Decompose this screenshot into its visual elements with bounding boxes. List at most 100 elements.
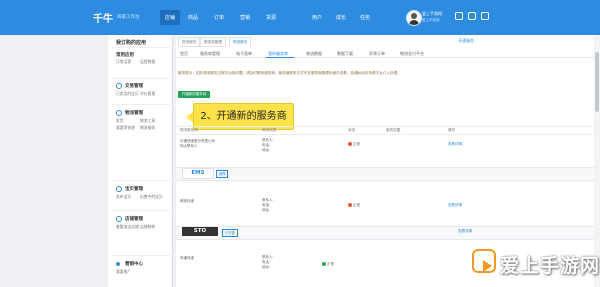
sidebar-group-head[interactable]: 常用应用 [116, 52, 134, 58]
breadcrumb-tab-active[interactable]: 物流服务 [229, 37, 252, 47]
nav-item-4[interactable]: 货源 [266, 14, 276, 21]
status-dot-icon [348, 203, 352, 207]
provider-brand-band [176, 226, 594, 240]
nav-item-7[interactable]: 任务 [360, 14, 370, 21]
goods-icon [116, 186, 122, 192]
sidebar-item[interactable]: 发布宝贝 [116, 194, 131, 200]
provider-name: 申通快递 [180, 256, 194, 260]
tab-logistics-data[interactable]: 物流数据 [306, 51, 322, 57]
view-detail-link[interactable]: 查看详情 [448, 142, 462, 147]
sidebar-item[interactable]: 店铺装修 [140, 224, 155, 230]
logistics-icon [116, 110, 122, 116]
provider-name: 邮政快递 [180, 199, 194, 203]
view-detail-link[interactable]: 查看详情 [448, 203, 462, 208]
status-badge: 正常 [322, 262, 334, 267]
app-logo[interactable]: 千牛 [93, 10, 113, 25]
tab-provider-manage[interactable]: 服务商管理 [200, 51, 220, 57]
scrollbar-thumb[interactable] [595, 52, 599, 112]
status-text: 正常 [353, 203, 360, 207]
sto-logo: STO [182, 227, 218, 236]
sidebar-item[interactable]: 评价管理 [140, 91, 155, 97]
notice-text: 服务提示：如在物流服务过程中出现问题，请及时联系服务商，服务商联系方式可在服务商… [178, 71, 401, 75]
user-name[interactable]: 爱上手游网 [422, 11, 442, 17]
sidebar-item[interactable]: 日常运营 [116, 59, 131, 65]
sidebar-item[interactable]: 查看淘宝店铺 [116, 224, 139, 230]
column-header-status: 状态 [348, 128, 356, 132]
app-logo-subtitle: 商家工作台 [117, 15, 140, 20]
brand-tag: 已开通 [222, 229, 238, 237]
sidebar [108, 35, 173, 287]
user-avatar[interactable] [406, 10, 422, 26]
nav-item-2[interactable]: 订单 [214, 14, 224, 21]
watermark-arrow-shape [483, 260, 492, 272]
sidebar-item[interactable]: 我要寄快递 [116, 125, 135, 131]
status-dot-icon [348, 142, 352, 146]
sidebar-divider [112, 78, 170, 79]
tab-exception-orders[interactable]: 异常订单 [369, 51, 385, 57]
avatar-head-shape [411, 13, 417, 19]
nav-item-6[interactable]: 成长 [336, 14, 346, 21]
outlet-address: 地址： [262, 148, 273, 152]
column-header-action: 操作 [448, 128, 456, 132]
trade-icon [116, 83, 122, 89]
status-badge: 正常 [348, 142, 360, 147]
marketing-icon [116, 262, 120, 266]
user-subtitle: 爱上手游网 [422, 18, 440, 22]
breadcrumb-tab[interactable]: 物流服务 [178, 37, 201, 47]
tab-e-waybill[interactable]: 电子面单 [236, 51, 252, 57]
sidebar-item[interactable]: 物流工具 [140, 118, 155, 124]
watermark-play-icon [472, 249, 496, 273]
nav-item-0[interactable]: 店铺 [160, 10, 181, 25]
sidebar-item[interactable]: 已卖出的宝贝 [116, 91, 139, 97]
status-text: 正常 [353, 142, 360, 146]
open-new-provider-button[interactable]: 开通新的服务商 [178, 91, 210, 98]
settings-icon[interactable] [468, 12, 476, 20]
sidebar-divider [112, 210, 170, 211]
outlet-address: 地址： [262, 208, 273, 212]
avatar-body-shape [409, 20, 419, 25]
sidebar-item[interactable]: 我要推广 [116, 269, 131, 275]
tab-data-download[interactable]: 数据下载 [337, 51, 353, 57]
sidebar-item[interactable]: 出售中的宝贝 [140, 194, 163, 200]
outlet-address: 地址： [262, 265, 273, 269]
sidebar-item[interactable]: 发货 [116, 118, 124, 124]
column-header-provider: 物流服务商 [180, 128, 198, 132]
sidebar-divider [112, 104, 170, 105]
top-navigation-bar [0, 0, 600, 35]
site-watermark: 爱上手游网 [468, 245, 600, 285]
sidebar-group-head[interactable]: 交易管理 [125, 83, 143, 89]
help-icon[interactable] [481, 12, 489, 20]
nav-item-3[interactable]: 营销 [240, 14, 250, 21]
active-tab-indicator [266, 57, 294, 58]
provider-sub: 网点联系人 [180, 144, 198, 148]
view-detail-link[interactable]: 查看详情 [458, 229, 472, 234]
sidebar-title: 我订购的应用 [116, 40, 147, 46]
nav-item-1[interactable]: 商品 [188, 14, 198, 21]
table-divider [176, 126, 594, 127]
column-header-scope: 服务范围 [386, 128, 401, 132]
sidebar-group-head[interactable]: 店铺管理 [125, 216, 143, 222]
sidebar-divider [112, 255, 170, 256]
sidebar-divider [112, 47, 170, 48]
table-divider [176, 134, 594, 135]
sidebar-group-head[interactable]: 物流管理 [125, 110, 143, 116]
open-service-link[interactable]: 开通服务 [458, 37, 474, 45]
tab-home[interactable]: 首页 [180, 51, 188, 57]
brand-tag: 推荐 [216, 170, 229, 178]
sidebar-group-head[interactable]: 宝贝管理 [125, 186, 143, 192]
sidebar-group-head[interactable]: 营销中心 [125, 261, 143, 267]
status-text: 正常 [327, 262, 334, 266]
nav-item-5[interactable]: 用户 [312, 14, 322, 21]
column-header-outlet: 网点信息 [262, 128, 277, 132]
status-badge: 正常 [348, 203, 360, 208]
sidebar-divider [112, 180, 170, 181]
sidebar-item[interactable]: 物流服务 [140, 125, 155, 131]
watermark-text: 爱上手游网 [500, 255, 600, 277]
message-icon[interactable] [455, 12, 463, 20]
sidebar-item[interactable]: 运营数据 [140, 59, 155, 65]
provider-brand-band [176, 167, 594, 181]
breadcrumb-tab[interactable]: 服务商管理 [200, 37, 226, 47]
ems-logo: EMS [182, 168, 214, 179]
tab-payment-platform[interactable]: 物流支付平台 [400, 51, 424, 57]
status-dot-icon [322, 262, 326, 266]
